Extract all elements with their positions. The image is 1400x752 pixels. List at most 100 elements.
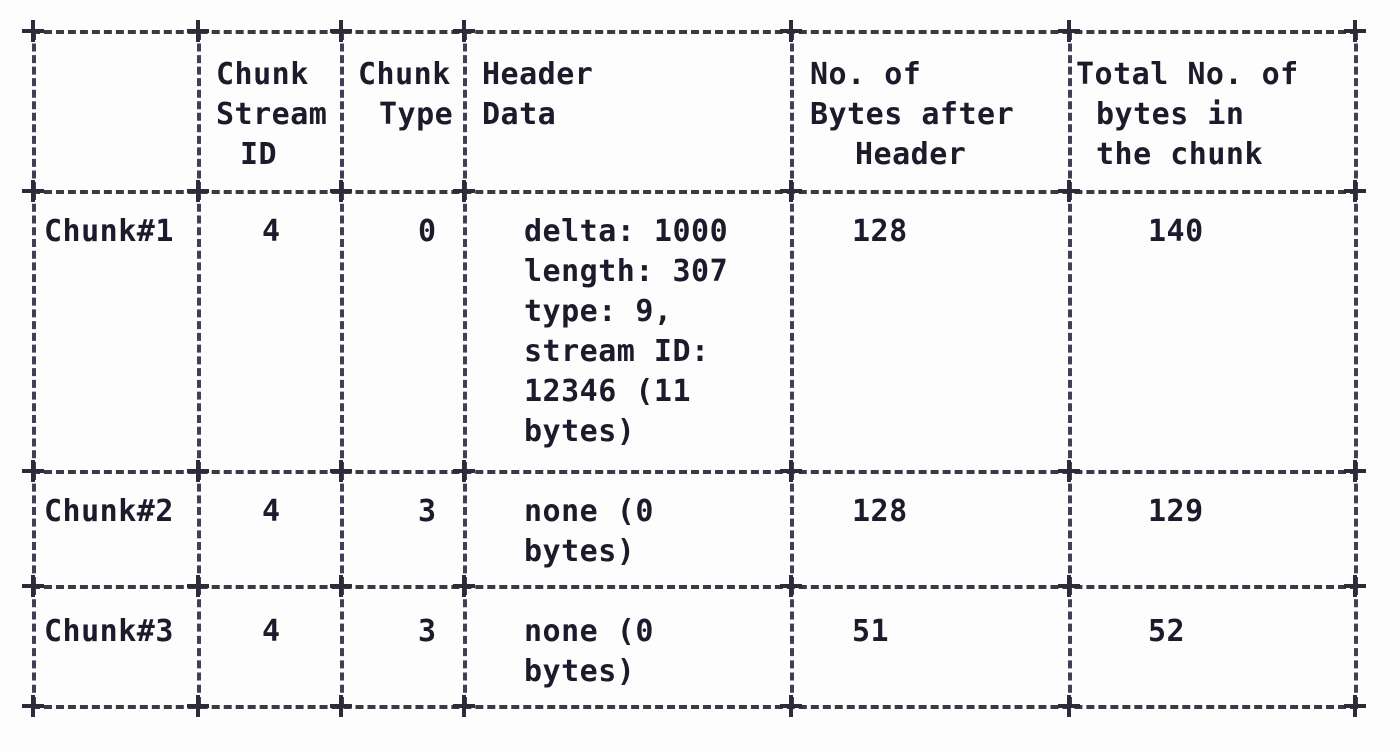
header-total-bytes-line3: the chunk	[1096, 137, 1264, 172]
header-chunk-type-line1: Chunk	[358, 57, 451, 92]
header-stream-id-line1: Chunk	[216, 57, 309, 92]
header-stream-id-line2: Stream	[216, 97, 328, 132]
row-chunk-label: Chunk#1	[44, 214, 174, 249]
header-chunk-type-line2: Type	[379, 97, 454, 132]
row-header-data-line2: bytes)	[524, 534, 636, 569]
border-junction	[1058, 695, 1080, 717]
border-junction	[330, 695, 352, 717]
table-header-separator	[32, 190, 1358, 194]
border-junction	[22, 575, 44, 597]
border-junction	[330, 575, 352, 597]
column-rule-5	[1068, 32, 1072, 190]
row-header-data-line4: stream ID:	[524, 334, 710, 369]
row-total-bytes: 129	[1148, 494, 1204, 529]
row-header-data-line1: delta: 1000	[524, 214, 729, 249]
column-rule-3	[463, 192, 467, 470]
row-header-data-line5: 12346 (11	[524, 374, 692, 409]
column-rule-3	[463, 32, 467, 190]
border-junction	[187, 695, 209, 717]
border-junction	[453, 20, 475, 42]
row-header-data-line2: length: 307	[524, 254, 729, 289]
column-rule-3	[463, 587, 467, 705]
header-header-data-line2: Data	[482, 97, 557, 132]
border-junction	[187, 575, 209, 597]
column-rule-0	[32, 587, 36, 705]
border-junction	[780, 20, 802, 42]
border-junction	[453, 460, 475, 482]
border-junction	[187, 20, 209, 42]
table-border-bottom	[32, 705, 1358, 709]
row-chunk-type: 3	[418, 614, 437, 649]
row-header-data-line1: none (0	[524, 614, 654, 649]
header-total-bytes-line1: Total No. of	[1076, 57, 1299, 92]
column-rule-5	[1068, 192, 1072, 470]
column-rule-2	[340, 32, 344, 190]
border-junction	[187, 460, 209, 482]
column-rule-0	[32, 472, 36, 585]
border-junction	[187, 180, 209, 202]
border-junction	[453, 180, 475, 202]
border-junction	[1058, 575, 1080, 597]
border-junction	[1344, 575, 1366, 597]
row-stream-id: 4	[262, 214, 281, 249]
border-junction	[330, 180, 352, 202]
column-rule-1	[197, 472, 201, 585]
border-junction	[330, 460, 352, 482]
row-chunk-type: 0	[418, 214, 437, 249]
column-rule-6	[1354, 472, 1358, 585]
row-total-bytes: 52	[1148, 614, 1186, 649]
border-junction	[1344, 460, 1366, 482]
header-stream-id-line3: ID	[240, 137, 278, 172]
column-rule-3	[463, 472, 467, 585]
border-junction	[1344, 695, 1366, 717]
column-rule-6	[1354, 32, 1358, 190]
row-chunk-label: Chunk#2	[44, 494, 174, 529]
header-bytes-after-line1: No. of	[810, 57, 922, 92]
border-junction	[453, 695, 475, 717]
column-rule-4	[790, 192, 794, 470]
header-bytes-after-line2: Bytes after	[810, 97, 1015, 132]
border-junction	[1344, 20, 1366, 42]
table-row-separator-2	[32, 585, 1358, 589]
column-rule-2	[340, 192, 344, 470]
column-rule-1	[197, 192, 201, 470]
table-border-top	[32, 30, 1358, 34]
border-junction	[780, 180, 802, 202]
row-stream-id: 4	[262, 494, 281, 529]
border-junction	[22, 460, 44, 482]
border-junction	[1344, 180, 1366, 202]
column-rule-2	[340, 587, 344, 705]
border-junction	[780, 695, 802, 717]
column-rule-5	[1068, 472, 1072, 585]
row-bytes-after-header: 128	[852, 214, 908, 249]
row-header-data-line2: bytes)	[524, 654, 636, 689]
border-junction	[1058, 180, 1080, 202]
row-chunk-type: 3	[418, 494, 437, 529]
border-junction	[22, 20, 44, 42]
border-junction	[780, 460, 802, 482]
column-rule-6	[1354, 192, 1358, 470]
table-row-separator-1	[32, 470, 1358, 474]
column-rule-4	[790, 472, 794, 585]
border-junction	[453, 575, 475, 597]
column-rule-6	[1354, 587, 1358, 705]
border-junction	[1058, 20, 1080, 42]
header-bytes-after-line3: Header	[855, 137, 967, 172]
column-rule-1	[197, 32, 201, 190]
column-rule-4	[790, 32, 794, 190]
row-bytes-after-header: 51	[852, 614, 890, 649]
row-stream-id: 4	[262, 614, 281, 649]
row-bytes-after-header: 128	[852, 494, 908, 529]
column-rule-0	[32, 192, 36, 470]
row-chunk-label: Chunk#3	[44, 614, 174, 649]
row-total-bytes: 140	[1148, 214, 1204, 249]
border-junction	[22, 695, 44, 717]
row-header-data-line1: none (0	[524, 494, 654, 529]
header-total-bytes-line2: bytes in	[1096, 97, 1245, 132]
border-junction	[780, 575, 802, 597]
column-rule-5	[1068, 587, 1072, 705]
border-junction	[330, 20, 352, 42]
border-junction	[1058, 460, 1080, 482]
column-rule-1	[197, 587, 201, 705]
row-header-data-line6: bytes)	[524, 414, 636, 449]
